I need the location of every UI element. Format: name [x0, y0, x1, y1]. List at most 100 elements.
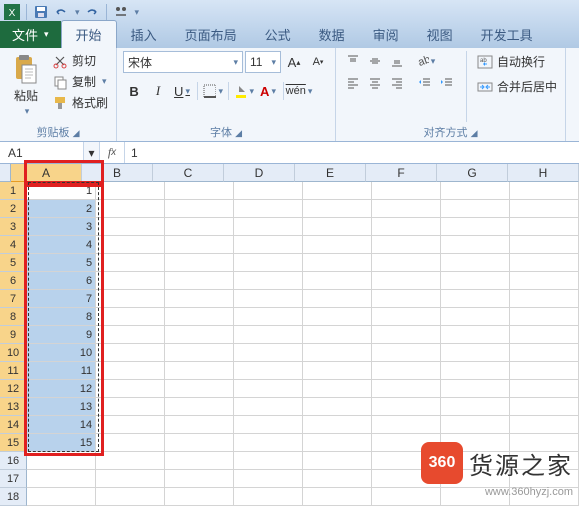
cell[interactable]: [165, 272, 234, 290]
row-header[interactable]: 9: [0, 326, 27, 344]
cell[interactable]: 14: [27, 416, 96, 434]
cell[interactable]: [234, 182, 303, 200]
shrink-font-button[interactable]: A▾: [307, 51, 329, 73]
cell[interactable]: [234, 344, 303, 362]
cell[interactable]: [234, 290, 303, 308]
cell[interactable]: [234, 398, 303, 416]
cell[interactable]: 8: [27, 308, 96, 326]
cell[interactable]: [96, 470, 165, 488]
cell[interactable]: [96, 416, 165, 434]
cell[interactable]: 9: [27, 326, 96, 344]
cell[interactable]: [96, 344, 165, 362]
tab-page-layout[interactable]: 页面布局: [171, 21, 251, 48]
cell[interactable]: [234, 272, 303, 290]
phonetic-button[interactable]: wén▾: [288, 80, 310, 102]
cell[interactable]: [303, 416, 372, 434]
cell[interactable]: [27, 488, 96, 506]
cell[interactable]: [303, 434, 372, 452]
tab-developer[interactable]: 开发工具: [467, 21, 547, 48]
cell[interactable]: [441, 344, 510, 362]
cell[interactable]: [510, 308, 579, 326]
cell[interactable]: [234, 308, 303, 326]
fx-button[interactable]: fx: [100, 142, 124, 163]
cell[interactable]: [165, 380, 234, 398]
cell[interactable]: [303, 326, 372, 344]
column-header[interactable]: A: [11, 164, 82, 182]
cell[interactable]: [303, 398, 372, 416]
cell[interactable]: [510, 272, 579, 290]
cell[interactable]: [27, 452, 96, 470]
cell[interactable]: [96, 398, 165, 416]
cell[interactable]: [96, 308, 165, 326]
select-all-corner[interactable]: [0, 164, 11, 182]
redo-icon[interactable]: [84, 4, 100, 20]
cell[interactable]: [441, 308, 510, 326]
cell[interactable]: [510, 200, 579, 218]
cell[interactable]: [96, 362, 165, 380]
cell[interactable]: [510, 326, 579, 344]
cell[interactable]: [372, 308, 441, 326]
cell[interactable]: [372, 362, 441, 380]
cell[interactable]: [165, 182, 234, 200]
font-name-combo[interactable]: 宋体▾: [123, 51, 243, 73]
cell[interactable]: [165, 344, 234, 362]
cell[interactable]: [303, 452, 372, 470]
cell[interactable]: [441, 290, 510, 308]
cell[interactable]: [165, 398, 234, 416]
column-header[interactable]: D: [224, 164, 295, 182]
qat-dropdown[interactable]: ▾: [135, 7, 140, 18]
cell[interactable]: [165, 416, 234, 434]
cell[interactable]: [96, 380, 165, 398]
align-top-button[interactable]: [342, 51, 364, 71]
row-header[interactable]: 4: [0, 236, 27, 254]
row-header[interactable]: 5: [0, 254, 27, 272]
tab-formulas[interactable]: 公式: [251, 21, 305, 48]
tab-view[interactable]: 视图: [413, 21, 467, 48]
row-header[interactable]: 7: [0, 290, 27, 308]
bold-button[interactable]: B: [123, 80, 145, 102]
cell[interactable]: [441, 218, 510, 236]
cell[interactable]: [27, 470, 96, 488]
row-header[interactable]: 3: [0, 218, 27, 236]
copy-button[interactable]: 复制▾: [50, 72, 110, 91]
row-header[interactable]: 1: [0, 182, 27, 200]
cell[interactable]: 5: [27, 254, 96, 272]
cell[interactable]: [165, 308, 234, 326]
cell[interactable]: [234, 200, 303, 218]
undo-dropdown[interactable]: ▾: [75, 7, 80, 18]
cell[interactable]: 7: [27, 290, 96, 308]
cell[interactable]: [372, 290, 441, 308]
cut-button[interactable]: 剪切: [50, 51, 110, 70]
cell[interactable]: [510, 236, 579, 254]
cell[interactable]: 2: [27, 200, 96, 218]
cell[interactable]: 6: [27, 272, 96, 290]
row-header[interactable]: 17: [0, 470, 27, 488]
cell[interactable]: [165, 434, 234, 452]
cell[interactable]: [441, 182, 510, 200]
undo-icon[interactable]: [53, 4, 69, 20]
cell[interactable]: [441, 254, 510, 272]
cell[interactable]: [96, 488, 165, 506]
cell[interactable]: [372, 200, 441, 218]
cell[interactable]: [372, 218, 441, 236]
cell[interactable]: 12: [27, 380, 96, 398]
cell[interactable]: [96, 182, 165, 200]
tab-data[interactable]: 数据: [305, 21, 359, 48]
cell[interactable]: [510, 290, 579, 308]
cell[interactable]: [234, 380, 303, 398]
cell[interactable]: 1: [27, 182, 96, 200]
align-center-button[interactable]: [364, 73, 386, 93]
cell[interactable]: [441, 380, 510, 398]
cell[interactable]: [510, 254, 579, 272]
cell[interactable]: [303, 218, 372, 236]
cell[interactable]: [234, 416, 303, 434]
row-header[interactable]: 8: [0, 308, 27, 326]
cell[interactable]: [234, 488, 303, 506]
cell[interactable]: [96, 254, 165, 272]
cell[interactable]: [510, 380, 579, 398]
align-right-button[interactable]: [386, 73, 408, 93]
cell[interactable]: [96, 290, 165, 308]
fill-color-button[interactable]: ▾: [233, 80, 255, 102]
cell[interactable]: [372, 398, 441, 416]
cell[interactable]: [441, 362, 510, 380]
